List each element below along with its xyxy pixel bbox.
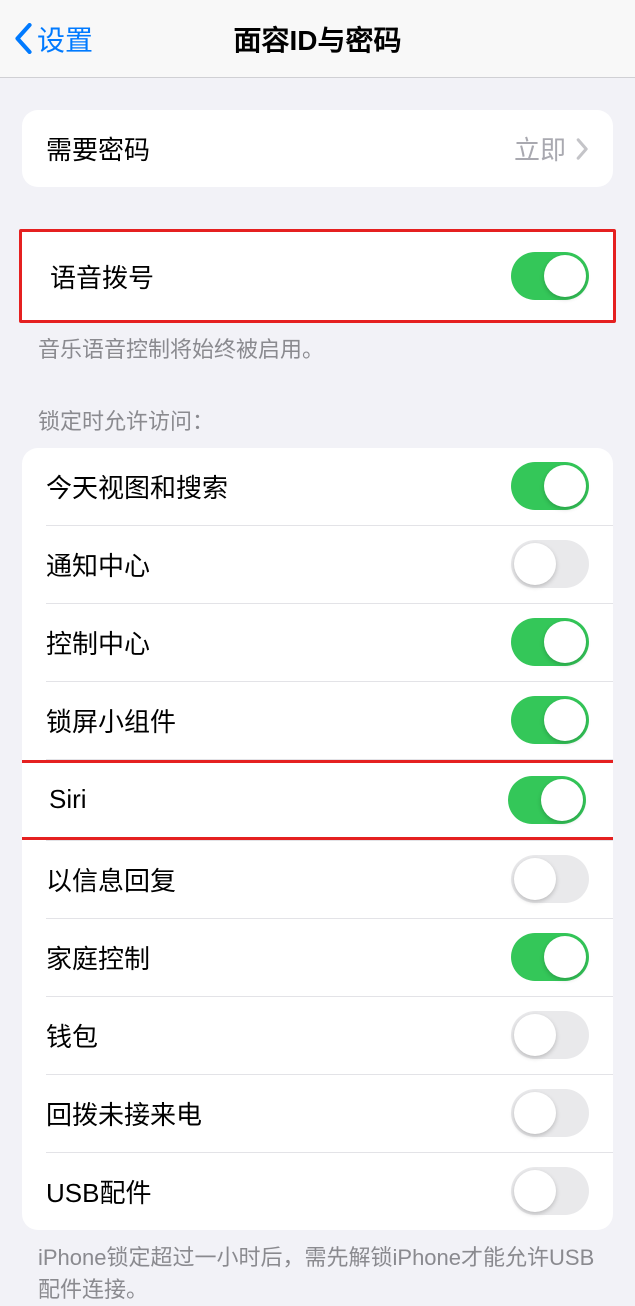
home-control-label: 家庭控制: [46, 939, 150, 976]
lock-access-header: 锁定时允许访问：: [0, 366, 635, 448]
usb-footer: iPhone锁定超过一小时后，需先解锁iPhone才能允许USB配件连接。: [0, 1230, 635, 1306]
voice-dial-row: 语音拨号: [22, 232, 613, 320]
wallet-toggle[interactable]: [511, 1011, 589, 1059]
lock-screen-widgets-toggle[interactable]: [511, 696, 589, 744]
require-passcode-value-text: 立即: [514, 130, 566, 167]
chevron-left-icon: [14, 23, 33, 54]
notification-center-row: 通知中心: [22, 526, 613, 603]
passcode-group: 需要密码 立即: [22, 110, 613, 187]
lock-access-group: 今天视图和搜索 通知中心 控制中心 锁屏小组件 Siri 以信息回复: [22, 448, 613, 1230]
return-missed-calls-label: 回拨未接来电: [46, 1095, 202, 1132]
today-view-row: 今天视图和搜索: [22, 448, 613, 525]
control-center-label: 控制中心: [46, 624, 150, 661]
reply-with-message-row: 以信息回复: [22, 841, 613, 918]
siri-toggle[interactable]: [508, 776, 586, 824]
require-passcode-value: 立即: [514, 130, 589, 167]
lock-screen-widgets-row: 锁屏小组件: [22, 682, 613, 759]
wallet-row: 钱包: [22, 997, 613, 1074]
siri-highlight-box: Siri: [22, 760, 613, 840]
return-missed-calls-row: 回拨未接来电: [22, 1075, 613, 1152]
usb-accessories-label: USB配件: [46, 1173, 151, 1210]
usb-accessories-row: USB配件: [22, 1153, 613, 1230]
voice-dial-group: 语音拨号: [19, 229, 616, 323]
require-passcode-label: 需要密码: [46, 130, 150, 167]
wallet-label: 钱包: [46, 1017, 98, 1054]
notification-center-label: 通知中心: [46, 546, 150, 583]
notification-center-toggle[interactable]: [511, 540, 589, 588]
home-control-toggle[interactable]: [511, 933, 589, 981]
control-center-toggle[interactable]: [511, 618, 589, 666]
chevron-right-icon: [576, 138, 589, 160]
today-view-toggle[interactable]: [511, 462, 589, 510]
control-center-row: 控制中心: [22, 604, 613, 681]
back-label: 设置: [37, 19, 93, 59]
page-title: 面容ID与密码: [233, 19, 401, 59]
home-control-row: 家庭控制: [22, 919, 613, 996]
navigation-header: 设置 面容ID与密码: [0, 0, 635, 78]
reply-with-message-label: 以信息回复: [46, 861, 176, 898]
siri-row: Siri: [22, 763, 613, 837]
voice-dial-toggle[interactable]: [511, 252, 589, 300]
voice-dial-label: 语音拨号: [50, 258, 154, 295]
voice-dial-footer: 音乐语音控制将始终被启用。: [0, 323, 635, 366]
lock-screen-widgets-label: 锁屏小组件: [46, 702, 176, 739]
reply-with-message-toggle[interactable]: [511, 855, 589, 903]
require-passcode-row[interactable]: 需要密码 立即: [22, 110, 613, 187]
back-button[interactable]: 设置: [14, 19, 93, 59]
usb-accessories-toggle[interactable]: [511, 1167, 589, 1215]
siri-label: Siri: [49, 784, 87, 815]
return-missed-calls-toggle[interactable]: [511, 1089, 589, 1137]
today-view-label: 今天视图和搜索: [46, 468, 228, 505]
